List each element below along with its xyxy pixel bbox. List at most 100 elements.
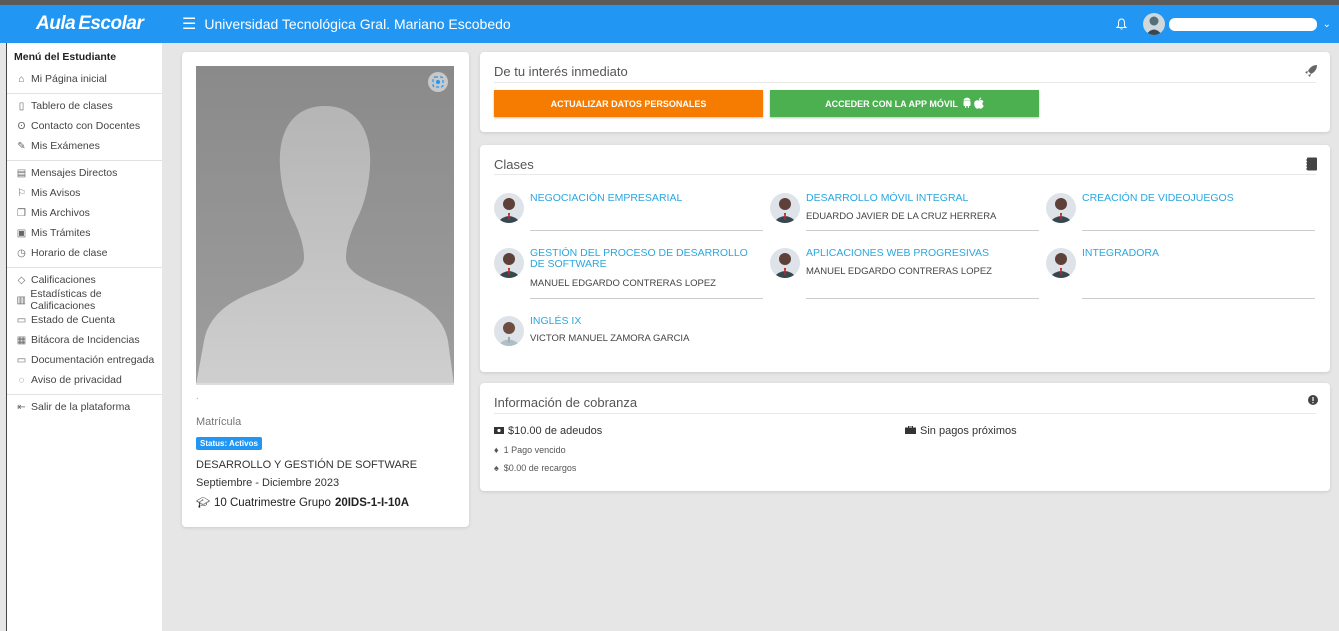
top-navbar: Aula Escolar ☰ Universidad Tecnológica Gr…	[0, 5, 1339, 43]
sidebar-item-stats[interactable]: ▥ Estadísticas de Calificaciones	[7, 288, 162, 312]
teacher-avatar	[770, 193, 800, 223]
sidebar-item-label: Mi Página inicial	[31, 73, 107, 85]
graduation-cap-icon: 🎓︎	[196, 497, 210, 509]
user-name-redacted[interactable]	[1168, 17, 1317, 31]
sidebar-item-label: Estado de Cuenta	[31, 314, 116, 326]
sidebar-item-incidents[interactable]: ▦ Bitácora de Incidencias	[7, 330, 162, 350]
class-item[interactable]: NEGOCIACIÓN EMPRESARIAL	[494, 193, 763, 231]
sidebar-item-label: Mis Avisos	[31, 187, 81, 199]
teacher-name: EDUARDO JAVIER DE LA CRUZ HERRERA	[806, 211, 997, 222]
overdue-line: ♦︎ 1 Pago vencido	[494, 445, 566, 455]
status-badge: Status: Activos	[196, 437, 262, 450]
class-item[interactable]: APLICACIONES WEB PROGRESIVAS MANUEL EDGA…	[770, 248, 1039, 300]
apple-icon	[974, 97, 984, 111]
logout-icon: ⇤	[17, 401, 26, 413]
sidebar-item-logout[interactable]: ⇤ Salir de la plataforma	[7, 397, 162, 417]
sidebar-item-label: Calificaciones	[31, 274, 96, 286]
class-name[interactable]: NEGOCIACIÓN EMPRESARIAL	[530, 193, 758, 204]
flag-icon: ⚐	[17, 187, 26, 199]
divider	[494, 174, 1316, 175]
billing-title: Información de cobranza	[494, 395, 638, 410]
interest-title: De tu interés inmediato	[494, 64, 628, 79]
sidebar-item-schedule[interactable]: ◷ Horario de clase	[7, 243, 162, 263]
teacher-name: VICTOR MANUEL ZAMORA GARCIA	[530, 333, 690, 344]
class-item[interactable]: INGLÉS IX VICTOR MANUEL ZAMORA GARCIA	[494, 316, 763, 350]
teacher-name: MANUEL EDGARDO CONTRERAS LOPEZ	[530, 278, 716, 289]
sidebar-item-label: Mis Archivos	[31, 207, 90, 219]
sidebar-item-documents[interactable]: ▭ Documentación entregada	[7, 350, 162, 370]
profile-card: . Matrícula Status: Activos DESARROLLO Y…	[182, 52, 469, 527]
chevron-down-icon[interactable]: ⌄	[1323, 19, 1331, 30]
class-name[interactable]: GESTIÓN DEL PROCESO DE DESARROLLO DE SOF…	[530, 248, 758, 270]
group-code: 20IDS-1-I-10A	[334, 496, 410, 509]
money-icon	[494, 425, 504, 437]
sidebar-item-label: Contacto con Docentes	[31, 120, 141, 132]
files-icon: ❐	[17, 207, 26, 219]
divider	[494, 413, 1316, 414]
sidebar-item-contact[interactable]: ʘ Contacto con Docentes	[7, 116, 162, 136]
class-name[interactable]: INTEGRADORA	[1082, 248, 1310, 259]
sidebar-item-notices[interactable]: ⚐ Mis Avisos	[7, 183, 162, 203]
sidebar-item-privacy[interactable]: ◌ Aviso de privacidad	[7, 370, 162, 390]
sidebar-group: ▯ Tablero de clases ʘ Contacto con Docente…	[7, 94, 162, 161]
sidebar-item-messages[interactable]: ▤ Mensajes Directos	[7, 163, 162, 183]
sidebar-group: ⇤ Salir de la plataforma	[7, 395, 162, 421]
divider	[1082, 230, 1315, 231]
folder-icon: ▭	[16, 354, 27, 366]
teacher-avatar	[494, 316, 524, 346]
period: Septiembre - Diciembre 2023	[196, 477, 340, 489]
classes-title: Clases	[494, 157, 534, 172]
upcoming-line: Sin pagos próximos	[905, 425, 1017, 437]
pencil-icon: ✎	[17, 140, 26, 152]
sidebar-item-home[interactable]: ⌂ Mi Página inicial	[7, 69, 162, 89]
update-personal-data-button[interactable]: ACTUALIZAR DATOS PERSONALES	[494, 90, 763, 117]
user-avatar[interactable]	[1142, 13, 1165, 35]
sidebar-item-account[interactable]: ▭ Estado de Cuenta	[7, 310, 162, 330]
profile-photo	[196, 66, 454, 385]
change-photo-icon[interactable]	[428, 72, 448, 92]
sidebar-item-label: Aviso de privacidad	[31, 374, 122, 386]
notebook-icon	[1306, 157, 1318, 174]
rocket-icon	[1304, 64, 1318, 81]
profile-dot: .	[196, 391, 199, 402]
glasses-icon: ʘ	[17, 120, 26, 132]
brand-logo[interactable]: Aula Escolar	[0, 13, 172, 35]
surcharge-line: ♠︎ $0.00 de recargos	[494, 463, 576, 473]
class-item[interactable]: DESARROLLO MÓVIL INTEGRAL EDUARDO JAVIER…	[770, 193, 1039, 231]
sidebar: Menú del Estudiante ⌂ Mi Página inicial ▯…	[6, 43, 162, 631]
class-name[interactable]: CREACIÓN DE VIDEOJUEGOS	[1082, 193, 1310, 204]
sidebar-item-grades[interactable]: ◇ Calificaciones	[7, 270, 162, 290]
class-name[interactable]: INGLÉS IX	[530, 316, 758, 327]
card-icon: ▭	[16, 314, 27, 326]
teacher-avatar	[494, 193, 524, 223]
briefcase-icon	[905, 425, 916, 437]
class-name[interactable]: DESARROLLO MÓVIL INTEGRAL	[806, 193, 1034, 204]
sidebar-item-label: Documentación entregada	[31, 354, 155, 366]
teacher-avatar	[1046, 193, 1076, 223]
divider	[806, 230, 1039, 231]
mobile-app-button[interactable]: ACCEDER CON LA APP MÓVIL	[770, 90, 1039, 117]
hamburger-menu-icon[interactable]: ☰	[182, 14, 196, 34]
sidebar-item-procedures[interactable]: ▣ Mis Trámites	[7, 223, 162, 243]
sidebar-item-board[interactable]: ▯ Tablero de clases	[7, 96, 162, 116]
class-name[interactable]: APLICACIONES WEB PROGRESIVAS	[806, 248, 1034, 259]
sidebar-item-files[interactable]: ❐ Mis Archivos	[7, 203, 162, 223]
class-item[interactable]: GESTIÓN DEL PROCESO DE DESARROLLO DE SOF…	[494, 248, 763, 300]
sidebar-item-label: Bitácora de Incidencias	[31, 334, 140, 346]
divider	[494, 82, 1316, 83]
sidebar-group: ⌂ Mi Página inicial	[7, 67, 162, 94]
bell-icon[interactable]	[1115, 18, 1127, 30]
board-icon: ▯	[18, 100, 25, 112]
teacher-avatar	[1046, 248, 1076, 278]
group-prefix: 10 Cuatrimestre Grupo	[213, 496, 331, 509]
sidebar-item-label: Salir de la plataforma	[31, 401, 131, 413]
class-item[interactable]: CREACIÓN DE VIDEOJUEGOS	[1046, 193, 1315, 231]
log-icon: ▦	[16, 334, 27, 346]
forms-icon: ▣	[16, 227, 27, 239]
sidebar-item-label: Mis Trámites	[31, 227, 91, 239]
billing-card: Información de cobranza $10.00 de adeudo…	[480, 383, 1330, 491]
sidebar-item-exams[interactable]: ✎ Mis Exámenes	[7, 136, 162, 156]
android-icon	[962, 97, 972, 110]
class-item[interactable]: INTEGRADORA	[1046, 248, 1315, 300]
sidebar-item-label: Tablero de clases	[31, 100, 113, 112]
